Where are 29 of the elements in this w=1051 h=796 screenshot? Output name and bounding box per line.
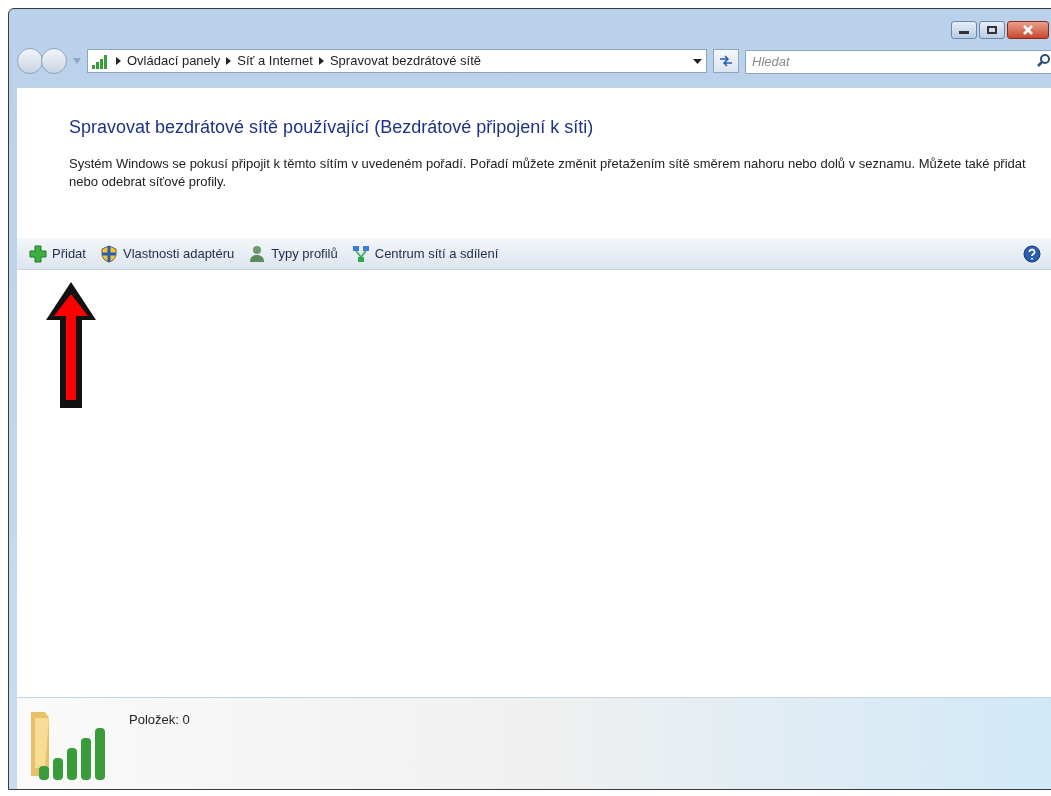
- dropdown-caret-icon[interactable]: [693, 58, 702, 64]
- page-description: Systém Windows se pokusí připojit k těmto sítím v uvedeném pořadí. Pořadí můžete změnit přetažením sítě směrem nahoru nebo dolů v seznamu. Můžete také přidat nebo odebrat síťové profily.: [69, 155, 1027, 191]
- person-icon: [248, 244, 267, 263]
- maximize-button[interactable]: [979, 21, 1005, 39]
- chevron-right-icon[interactable]: [318, 57, 324, 65]
- signal-bars-icon: [92, 53, 110, 69]
- close-button[interactable]: [1007, 21, 1049, 39]
- network-icon: [351, 244, 370, 263]
- breadcrumb-item[interactable]: Spravovat bezdrátové sítě: [329, 51, 481, 71]
- chevron-right-icon[interactable]: [116, 57, 121, 65]
- shield-icon: [99, 244, 118, 263]
- plus-icon: [29, 244, 47, 263]
- search-icon[interactable]: [1037, 54, 1050, 67]
- refresh-button[interactable]: [713, 49, 739, 73]
- page-title: Spravovat bezdrátové sítě používající (Bezdrátové připojení k síti): [69, 116, 595, 139]
- help-icon[interactable]: [1023, 244, 1041, 263]
- toolbar-button[interactable]: Centrum sítí a sdílení: [351, 243, 499, 264]
- chevron-right-icon[interactable]: [226, 57, 232, 65]
- breadcrumb-item[interactable]: Ovládací panely: [127, 51, 221, 71]
- search-field[interactable]: Hledat: [745, 49, 1051, 74]
- minimize-button[interactable]: [951, 21, 977, 39]
- breadcrumb-item[interactable]: Síť a Internet: [237, 51, 313, 71]
- toolbar-button[interactable]: Vlastnosti adaptéru: [99, 243, 235, 264]
- toolbar-button[interactable]: Typy profilů: [248, 243, 338, 264]
- address-field[interactable]: Ovládací panely Síť a Internet Spravovat bezdrátové sítě: [87, 49, 707, 73]
- status-text: Položek: 0: [129, 711, 190, 729]
- refresh-icon: [719, 55, 733, 67]
- close-icon: [1023, 25, 1033, 35]
- toolbar-button[interactable]: Přidat: [29, 243, 86, 264]
